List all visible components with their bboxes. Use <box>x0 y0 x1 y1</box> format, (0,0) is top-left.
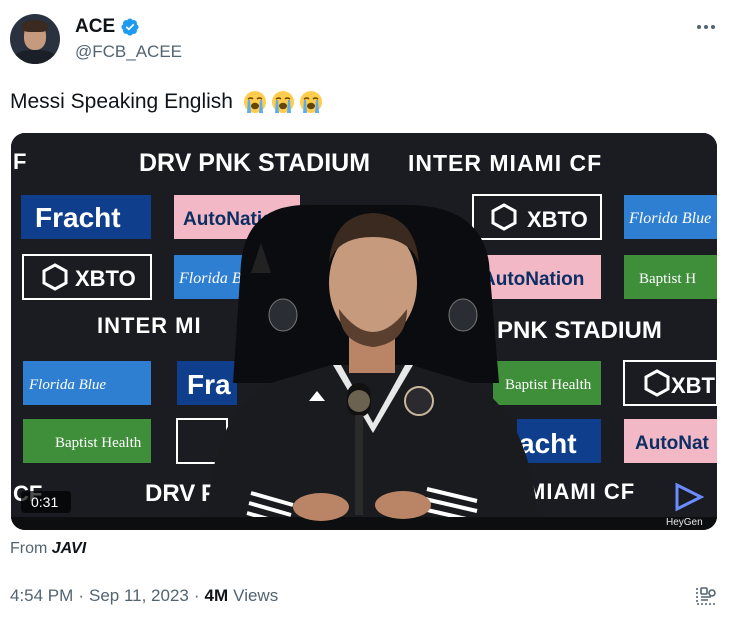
svg-text:Florida Blue: Florida Blue <box>28 377 106 393</box>
loudly-crying-face-icon <box>243 91 266 113</box>
svg-text:Baptist H: Baptist H <box>639 271 696 287</box>
svg-text:XBTO: XBTO <box>75 266 136 291</box>
svg-text:MIAMI CF: MIAMI CF <box>527 479 635 504</box>
more-options-icon[interactable] <box>695 18 717 36</box>
backdrop-baptist-text: Baptist Health <box>505 377 592 393</box>
tweet-text-row: Messi Speaking English <box>10 90 323 114</box>
svg-text:AutoNat: AutoNat <box>635 433 710 454</box>
backdrop-fracht-text: Fracht <box>35 202 121 233</box>
source-prefix: From <box>10 540 48 557</box>
author-display-name[interactable]: ACE <box>75 16 115 38</box>
meta-separator: · <box>78 586 84 605</box>
author-name-row[interactable]: ACE <box>75 16 140 38</box>
svg-text:Fra: Fra <box>187 369 231 400</box>
meta-separator: · <box>193 586 200 605</box>
video-frame[interactable]: F DRV PNK STADIUM INTER MIAMI CF Fracht … <box>11 133 717 530</box>
backdrop-stadium-text: DRV PNK STADIUM <box>139 149 370 177</box>
svg-text:XBT: XBT <box>671 373 716 398</box>
video-source: From JAVI <box>10 540 86 558</box>
tweet-time[interactable]: 4:54 PM <box>10 586 73 606</box>
svg-text:acht: acht <box>519 428 577 459</box>
svg-text:INTER MI: INTER MI <box>97 313 202 338</box>
backdrop-text-f: F <box>13 149 26 174</box>
analytics-icon[interactable] <box>694 584 718 608</box>
svg-text:DRV: DRV <box>145 480 195 507</box>
views-count: 4M <box>204 586 229 605</box>
tweet-text: Messi Speaking English <box>10 90 233 113</box>
video-duration: 0:31 <box>31 494 58 510</box>
author-handle[interactable]: @FCB_ACEE <box>75 42 182 62</box>
svg-text:Baptist Health: Baptist Health <box>55 435 142 451</box>
tweet-date[interactable]: Sep 11, 2023 <box>89 586 189 606</box>
source-name[interactable]: JAVI <box>52 540 86 557</box>
loudly-crying-face-icon <box>271 91 294 113</box>
views-label: Views <box>233 586 279 605</box>
loudly-crying-face-icon <box>299 91 322 113</box>
tweet-meta: 4:54 PM · Sep 11, 2023 · 4M Views <box>10 586 278 606</box>
svg-text:AutoNation: AutoNation <box>482 269 584 290</box>
backdrop-xbto-text: XBTO <box>527 207 588 232</box>
avatar[interactable] <box>10 14 60 64</box>
verified-badge-icon <box>121 18 139 36</box>
svg-text:PNK STADIUM: PNK STADIUM <box>497 317 662 344</box>
backdrop-florida-text: Florida Blue <box>628 210 711 227</box>
video-watermark: HeyGen <box>666 517 703 528</box>
video-player[interactable]: F DRV PNK STADIUM INTER MIAMI CF Fracht … <box>11 133 717 530</box>
backdrop-club-text: INTER MIAMI CF <box>408 150 602 176</box>
